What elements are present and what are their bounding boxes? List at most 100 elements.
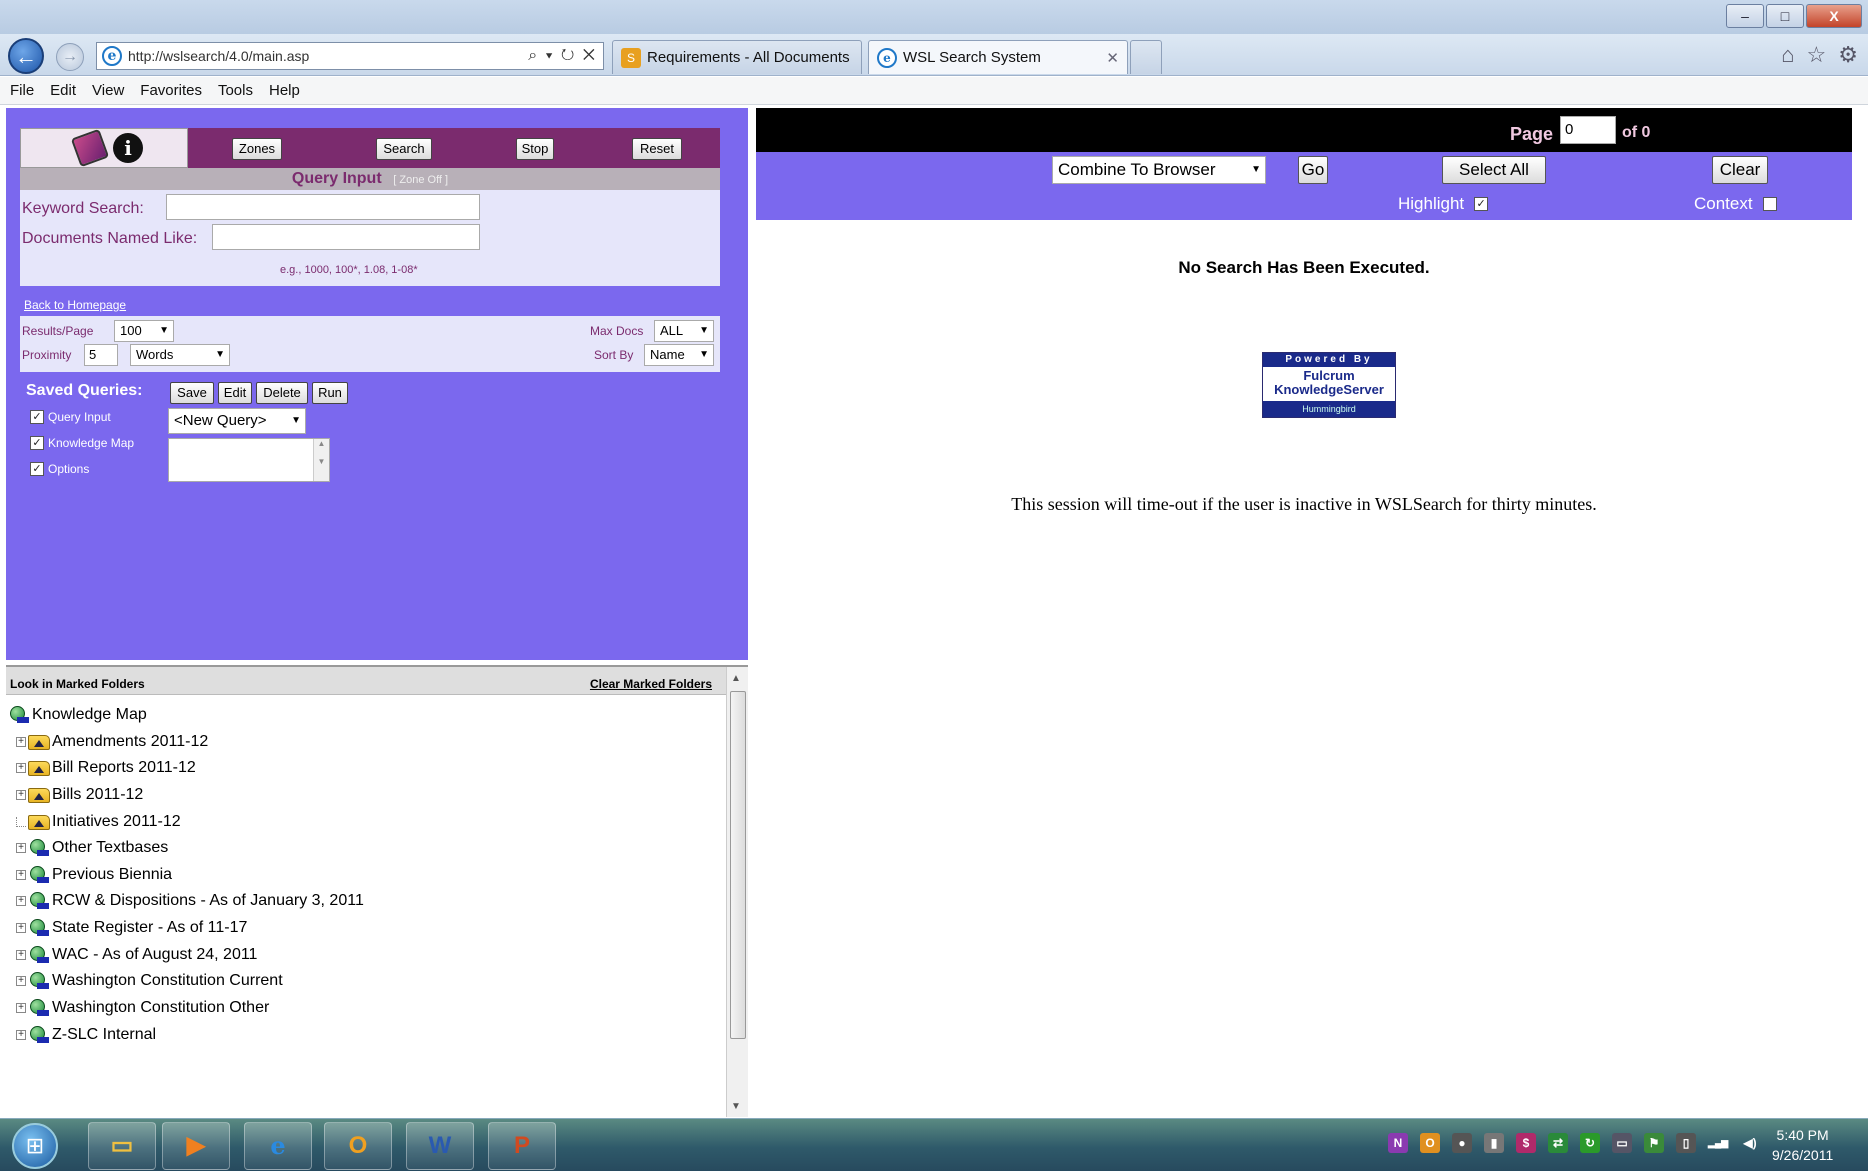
- options-checkbox[interactable]: ✓: [30, 462, 44, 476]
- menu-edit[interactable]: Edit: [50, 82, 76, 99]
- go-button[interactable]: Go: [1298, 156, 1328, 184]
- tray-sync-icon[interactable]: ⇄: [1548, 1133, 1568, 1153]
- menu-file[interactable]: File: [10, 82, 34, 99]
- tree-item[interactable]: Initiatives 2011-12: [16, 810, 181, 834]
- tree-item[interactable]: + WAC - As of August 24, 2011: [16, 943, 257, 967]
- saved-queries-scrollbar[interactable]: ▲ ▼: [313, 439, 329, 481]
- saved-query-select[interactable]: <New Query>: [168, 408, 306, 434]
- clock[interactable]: 5:40 PM 9/26/2011: [1772, 1125, 1833, 1165]
- knowledge-map-scrollbar[interactable]: ▲ ▼: [726, 667, 748, 1117]
- expand-icon[interactable]: +: [16, 870, 26, 880]
- start-button[interactable]: ⊞: [12, 1123, 58, 1169]
- taskbar-outlook-icon[interactable]: O: [324, 1122, 392, 1170]
- menu-favorites[interactable]: Favorites: [140, 82, 202, 99]
- tray-monitor-icon[interactable]: ▭: [1612, 1133, 1632, 1153]
- new-tab-button[interactable]: [1130, 40, 1162, 74]
- address-text[interactable]: http://wslsearch/4.0/main.asp: [128, 48, 528, 64]
- clear-marked-folders-link[interactable]: Clear Marked Folders: [590, 677, 712, 691]
- results-per-page-select[interactable]: 100: [114, 320, 174, 342]
- tray-s-icon[interactable]: $: [1516, 1133, 1536, 1153]
- taskbar-media-player-icon[interactable]: ▶: [162, 1122, 230, 1170]
- tree-item[interactable]: + Previous Biennia: [16, 863, 172, 887]
- settings-gear-icon[interactable]: ⚙: [1838, 42, 1858, 68]
- tree-item[interactable]: + RCW & Dispositions - As of January 3, …: [16, 889, 364, 913]
- include-options-option[interactable]: ✓ Options: [30, 462, 89, 476]
- volume-icon[interactable]: ◀): [1740, 1133, 1760, 1153]
- menu-help[interactable]: Help: [269, 82, 300, 99]
- tree-item[interactable]: + Washington Constitution Current: [16, 969, 283, 993]
- tree-item[interactable]: + Bills 2011-12: [16, 783, 143, 807]
- expand-icon[interactable]: +: [16, 790, 26, 800]
- knowledge-map-checkbox[interactable]: ✓: [30, 436, 44, 450]
- tree-root[interactable]: Knowledge Map: [8, 703, 147, 727]
- expand-icon[interactable]: +: [16, 1003, 26, 1013]
- network-icon[interactable]: ▂▄▆: [1708, 1133, 1728, 1153]
- save-query-button[interactable]: Save: [170, 382, 214, 404]
- tree-item[interactable]: + Other Textbases: [16, 836, 168, 860]
- select-all-button[interactable]: Select All: [1442, 156, 1546, 184]
- highlight-option[interactable]: Highlight ✓: [1398, 194, 1489, 214]
- maximize-button[interactable]: □: [1766, 4, 1804, 28]
- outlook-tray-icon[interactable]: O: [1420, 1133, 1440, 1153]
- scroll-down-arrow[interactable]: ▼: [731, 1101, 741, 1112]
- expand-icon[interactable]: +: [16, 1030, 26, 1040]
- clear-button[interactable]: Clear: [1712, 156, 1768, 184]
- tray-power-icon[interactable]: ▯: [1676, 1133, 1696, 1153]
- page-number-input[interactable]: 0: [1560, 116, 1616, 144]
- taskbar-word-icon[interactable]: W: [406, 1122, 474, 1170]
- taskbar-ie-icon[interactable]: e: [244, 1122, 312, 1170]
- expand-icon[interactable]: +: [16, 923, 26, 933]
- proximity-input[interactable]: 5: [84, 344, 118, 366]
- tray-app-icon[interactable]: ●: [1452, 1133, 1472, 1153]
- expand-icon[interactable]: +: [16, 737, 26, 747]
- context-checkbox[interactable]: [1762, 197, 1777, 211]
- tray-refresh-icon[interactable]: ↻: [1580, 1133, 1600, 1153]
- taskbar-explorer-icon[interactable]: ▭: [88, 1122, 156, 1170]
- documents-named-input[interactable]: [212, 224, 480, 250]
- menu-tools[interactable]: Tools: [218, 82, 253, 99]
- home-icon[interactable]: ⌂: [1781, 42, 1794, 68]
- back-button[interactable]: ←: [8, 38, 44, 74]
- proximity-unit-select[interactable]: Words: [130, 344, 230, 366]
- tray-security-icon[interactable]: ⚑: [1644, 1133, 1664, 1153]
- stop-button[interactable]: Stop: [516, 138, 554, 160]
- menu-view[interactable]: View: [92, 82, 124, 99]
- expand-icon[interactable]: +: [16, 843, 26, 853]
- reset-button[interactable]: Reset: [632, 138, 682, 160]
- book-icon[interactable]: [70, 128, 110, 168]
- window-close-button[interactable]: X: [1806, 4, 1862, 28]
- tray-flag-icon[interactable]: ▮: [1484, 1133, 1504, 1153]
- scrollbar-thumb[interactable]: [730, 691, 746, 1039]
- expand-icon[interactable]: +: [16, 976, 26, 986]
- tree-item[interactable]: + State Register - As of 11-17: [16, 916, 247, 940]
- tree-item[interactable]: + Washington Constitution Other: [16, 996, 269, 1020]
- minimize-button[interactable]: –: [1726, 4, 1764, 28]
- query-input-checkbox[interactable]: ✓: [30, 410, 44, 424]
- expand-icon[interactable]: +: [16, 763, 26, 773]
- address-bar[interactable]: e http://wslsearch/4.0/main.asp ⌕ ▾ ↻ ✕: [96, 42, 604, 70]
- expand-icon[interactable]: +: [16, 950, 26, 960]
- zones-button[interactable]: Zones: [232, 138, 282, 160]
- tab-close-icon[interactable]: ✕: [1106, 49, 1119, 67]
- tab-requirements[interactable]: S Requirements - All Documents: [612, 40, 862, 74]
- forward-button[interactable]: →: [56, 43, 84, 71]
- keyword-search-input[interactable]: [166, 194, 480, 220]
- combine-select[interactable]: Combine To Browser: [1052, 156, 1266, 184]
- address-tools[interactable]: ⌕ ▾ ↻ ✕: [528, 47, 603, 65]
- delete-query-button[interactable]: Delete: [256, 382, 308, 404]
- highlight-checkbox[interactable]: ✓: [1474, 197, 1489, 211]
- onenote-icon[interactable]: N: [1388, 1133, 1408, 1153]
- tab-wsl-search[interactable]: e WSL Search System ✕: [868, 40, 1128, 74]
- search-button[interactable]: Search: [376, 138, 432, 160]
- edit-query-button[interactable]: Edit: [218, 382, 252, 404]
- scroll-up-arrow[interactable]: ▲: [731, 673, 741, 684]
- expand-icon[interactable]: +: [16, 896, 26, 906]
- max-docs-select[interactable]: ALL: [654, 320, 714, 342]
- tree-item[interactable]: + Amendments 2011-12: [16, 730, 208, 754]
- tree-item[interactable]: + Bill Reports 2011-12: [16, 756, 196, 780]
- back-to-homepage-link[interactable]: Back to Homepage: [24, 298, 126, 312]
- sort-by-select[interactable]: Name: [644, 344, 714, 366]
- saved-queries-list[interactable]: ▲ ▼: [168, 438, 330, 482]
- context-option[interactable]: Context: [1694, 194, 1777, 214]
- include-knowledge-map-option[interactable]: ✓ Knowledge Map: [30, 436, 134, 450]
